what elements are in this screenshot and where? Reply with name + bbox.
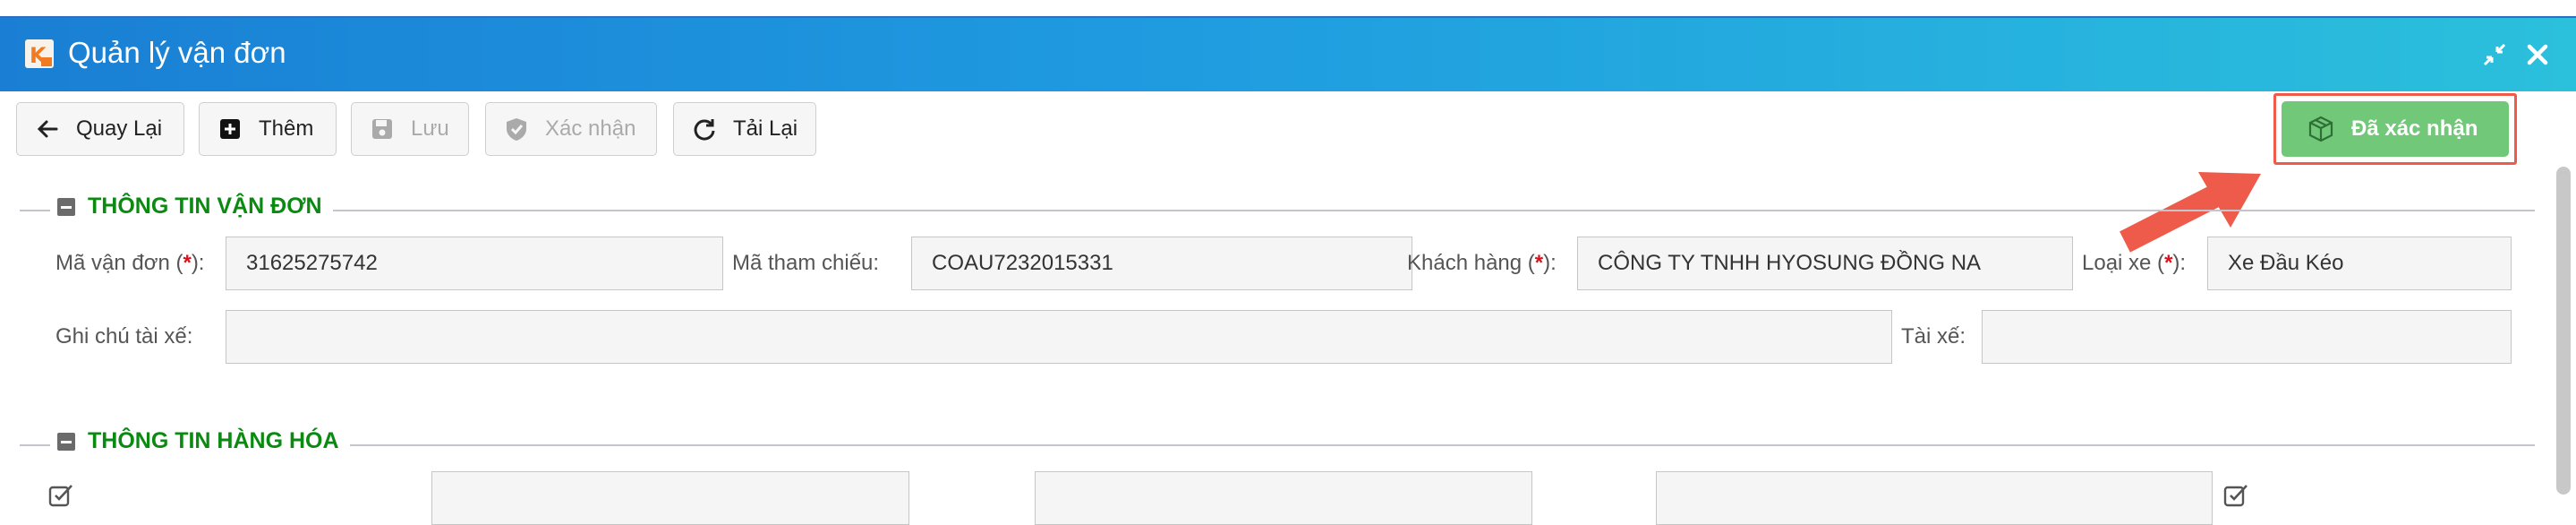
add-button-label: Thêm [259,116,314,141]
vehicle-type-label: Loại xe (*): [2082,251,2187,275]
shield-check-icon [507,118,526,141]
driver-label: Tài xế: [1901,324,1966,349]
section1-title: THÔNG TIN VẬN ĐƠN [88,194,322,219]
reference-field[interactable]: COAU7232015331 [911,237,1412,290]
section1-header[interactable]: THÔNG TIN VẬN ĐƠN [50,194,333,219]
confirmed-button[interactable]: Đã xác nhận [2282,101,2509,157]
reference-label: Mã tham chiếu: [732,251,880,275]
waybill-label: Mã vận đơn (*): [55,251,205,275]
package-icon [2308,116,2333,142]
confirm-button-label: Xác nhận [545,116,636,141]
app-logo: K [25,39,54,68]
section2-title: THÔNG TIN HÀNG HÓA [88,428,339,453]
close-icon[interactable] [2524,41,2551,68]
reload-button[interactable]: Tải Lại [673,102,816,156]
checkbox-icon[interactable] [48,484,73,509]
driver-note-field[interactable] [226,310,1892,364]
cargo-field-1[interactable] [431,471,909,525]
vertical-scrollbar[interactable] [2556,167,2571,495]
back-button[interactable]: Quay Lại [16,102,184,156]
driver-field[interactable] [1982,310,2512,364]
back-button-label: Quay Lại [76,116,163,141]
confirmed-button-label: Đã xác nhận [2351,116,2478,141]
cargo-field-3[interactable] [1656,471,2213,525]
confirm-button[interactable]: Xác nhận [485,102,657,156]
floppy-disk-icon [372,119,392,139]
confirmed-highlight-box: Đã xác nhận [2273,93,2517,165]
window-title: Quản lý vận đơn [68,36,286,69]
plus-square-icon [220,119,240,139]
checkbox-icon[interactable] [2223,484,2248,509]
save-button[interactable]: Lưu [351,102,469,156]
refresh-icon [694,119,715,141]
save-button-label: Lưu [411,116,449,141]
cargo-field-2[interactable] [1035,471,1532,525]
section1-divider [20,210,2535,211]
arrow-left-icon [37,120,58,138]
collapse-section-icon[interactable] [57,432,75,451]
section2-divider [20,444,2535,446]
collapse-icon[interactable] [2481,41,2508,68]
collapse-section-icon[interactable] [57,197,75,216]
driver-note-label: Ghi chú tài xế: [55,324,193,349]
section2-header[interactable]: THÔNG TIN HÀNG HÓA [50,428,350,454]
reload-button-label: Tải Lại [733,116,798,141]
toolbar: Quay Lại Thêm Lưu Xác nhận Tải Lại [0,90,2576,172]
customer-label: Khách hàng (*): [1407,251,1557,275]
window-titlebar: K Quản lý vận đơn [0,16,2576,91]
customer-field[interactable]: CÔNG TY TNHH HYOSUNG ĐỒNG NA [1577,237,2073,290]
vehicle-type-field[interactable]: Xe Đầu Kéo [2207,237,2512,290]
add-button[interactable]: Thêm [199,102,337,156]
waybill-field[interactable]: 31625275742 [226,237,723,290]
